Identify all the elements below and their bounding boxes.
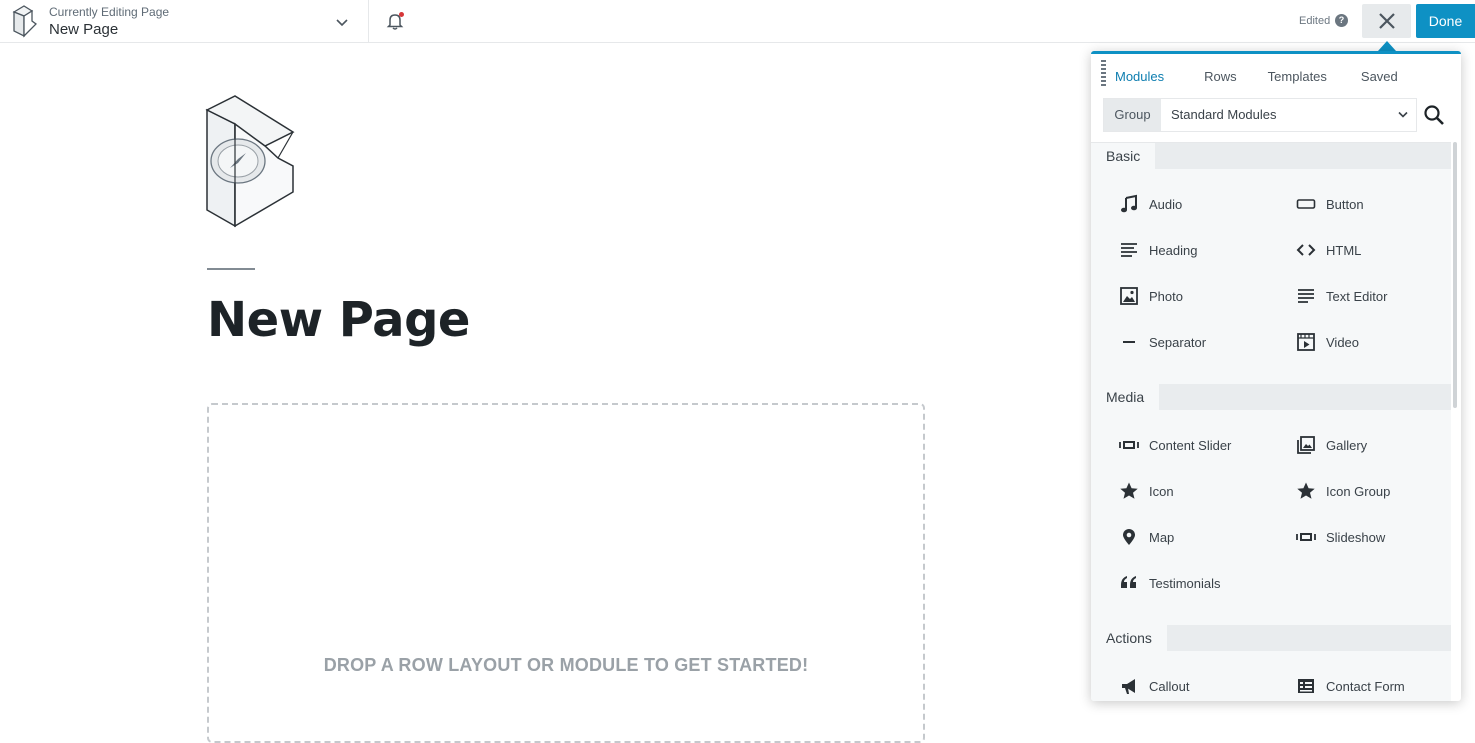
module-label: Photo [1149,288,1183,304]
module-label: Testimonials [1149,575,1221,591]
drag-handle-icon[interactable] [1101,60,1106,88]
module-label: Gallery [1326,437,1368,453]
title-underline [207,268,255,270]
heading-icon [1121,243,1137,257]
section-header-basic: Basic [1091,143,1451,169]
module-video[interactable]: Video [1296,330,1456,354]
section-header-media: Media [1091,384,1451,410]
megaphone-icon [1122,679,1135,694]
module-heading[interactable]: Heading [1119,238,1279,262]
module-label: Audio [1149,196,1183,212]
done-button[interactable]: Done [1416,4,1475,38]
separator-icon [1123,341,1135,343]
tab-saved[interactable]: Saved [1361,69,1398,89]
group-select[interactable]: Standard Modules [1161,99,1416,131]
module-label: Callout [1149,678,1190,694]
form-icon [1298,679,1314,693]
photo-icon [1120,287,1138,305]
slider-icon [1119,441,1139,449]
tab-templates[interactable]: Templates [1268,69,1327,89]
module-label: Contact Form [1326,678,1405,694]
module-testimonials[interactable]: Testimonials [1119,571,1279,595]
panel-scrollbar[interactable] [1453,142,1457,408]
module-text-editor[interactable]: Text Editor [1296,284,1456,308]
drop-zone-text: DROP A ROW LAYOUT OR MODULE TO GET START… [323,655,809,675]
group-filter: Group Standard Modules [1103,98,1417,132]
video-icon [1297,333,1315,351]
star-icon [1297,482,1315,499]
module-content-slider[interactable]: Content Slider [1119,433,1279,457]
module-label: Heading [1149,242,1198,258]
module-contact-form[interactable]: Contact Form [1296,674,1456,698]
top-bar: Currently Editing Page New Page Edited ?… [0,0,1475,43]
module-button[interactable]: Button [1296,192,1456,216]
section-title: Media [1091,384,1160,410]
module-label: Separator [1149,334,1207,350]
module-audio[interactable]: Audio [1119,192,1279,216]
module-slideshow[interactable]: Slideshow [1296,525,1456,549]
slideshow-icon [1296,533,1316,541]
module-separator[interactable]: Separator [1119,330,1279,354]
chevron-down-icon [1398,111,1408,118]
site-logo-icon [205,95,295,228]
module-icon[interactable]: Icon [1119,479,1279,503]
quote-icon [1121,576,1136,588]
module-html[interactable]: HTML [1296,238,1456,262]
section-title: Actions [1091,625,1167,651]
text-editor-icon [1298,289,1314,303]
module-label: Text Editor [1326,288,1388,304]
code-icon [1296,244,1316,256]
group-select-value: Standard Modules [1171,107,1277,122]
module-label: Button [1326,196,1364,212]
search-icon[interactable] [1423,104,1445,126]
module-label: Slideshow [1326,529,1386,545]
module-label: Content Slider [1149,437,1232,453]
section-title: Basic [1091,143,1156,169]
module-callout[interactable]: Callout [1119,674,1279,698]
tab-modules[interactable]: Modules [1115,69,1164,89]
button-icon [1296,199,1316,209]
module-label: Icon Group [1326,483,1391,499]
notification-bell-icon[interactable] [385,11,405,31]
tab-rows[interactable]: Rows [1204,69,1237,89]
panel-tabs: Modules Rows Templates Saved [1115,69,1438,89]
help-icon[interactable]: ? [1335,14,1348,27]
map-pin-icon [1123,529,1135,545]
content-panel: Modules Rows Templates Saved Group Stand… [1091,51,1461,701]
divider [368,0,369,43]
panel-caret [1378,41,1396,51]
module-label: Video [1326,334,1360,350]
gallery-icon [1297,436,1315,454]
chevron-down-icon[interactable] [333,13,351,31]
section-header-actions: Actions [1091,625,1451,651]
module-label: HTML [1326,242,1362,258]
module-gallery[interactable]: Gallery [1296,433,1456,457]
module-photo[interactable]: Photo [1119,284,1279,308]
close-panel-button[interactable] [1362,4,1411,38]
module-map[interactable]: Map [1119,525,1279,549]
page-heading[interactable]: New Page [207,292,470,348]
module-label: Map [1149,529,1175,545]
edited-status: Edited [1299,15,1331,27]
beaver-builder-logo-icon [12,5,37,38]
module-list: Basic Audio Button Heading HTML Photo Te… [1091,142,1451,701]
music-note-icon [1121,194,1137,213]
currently-editing-label: Currently Editing Page [49,5,170,19]
drop-zone[interactable]: DROP A ROW LAYOUT OR MODULE TO GET START… [207,403,925,743]
module-icon-group[interactable]: Icon Group [1296,479,1456,503]
module-label: Icon [1149,483,1174,499]
close-icon [1379,13,1395,29]
star-icon [1120,482,1138,499]
group-label: Group [1104,99,1161,131]
current-page-title[interactable]: New Page [49,21,118,38]
